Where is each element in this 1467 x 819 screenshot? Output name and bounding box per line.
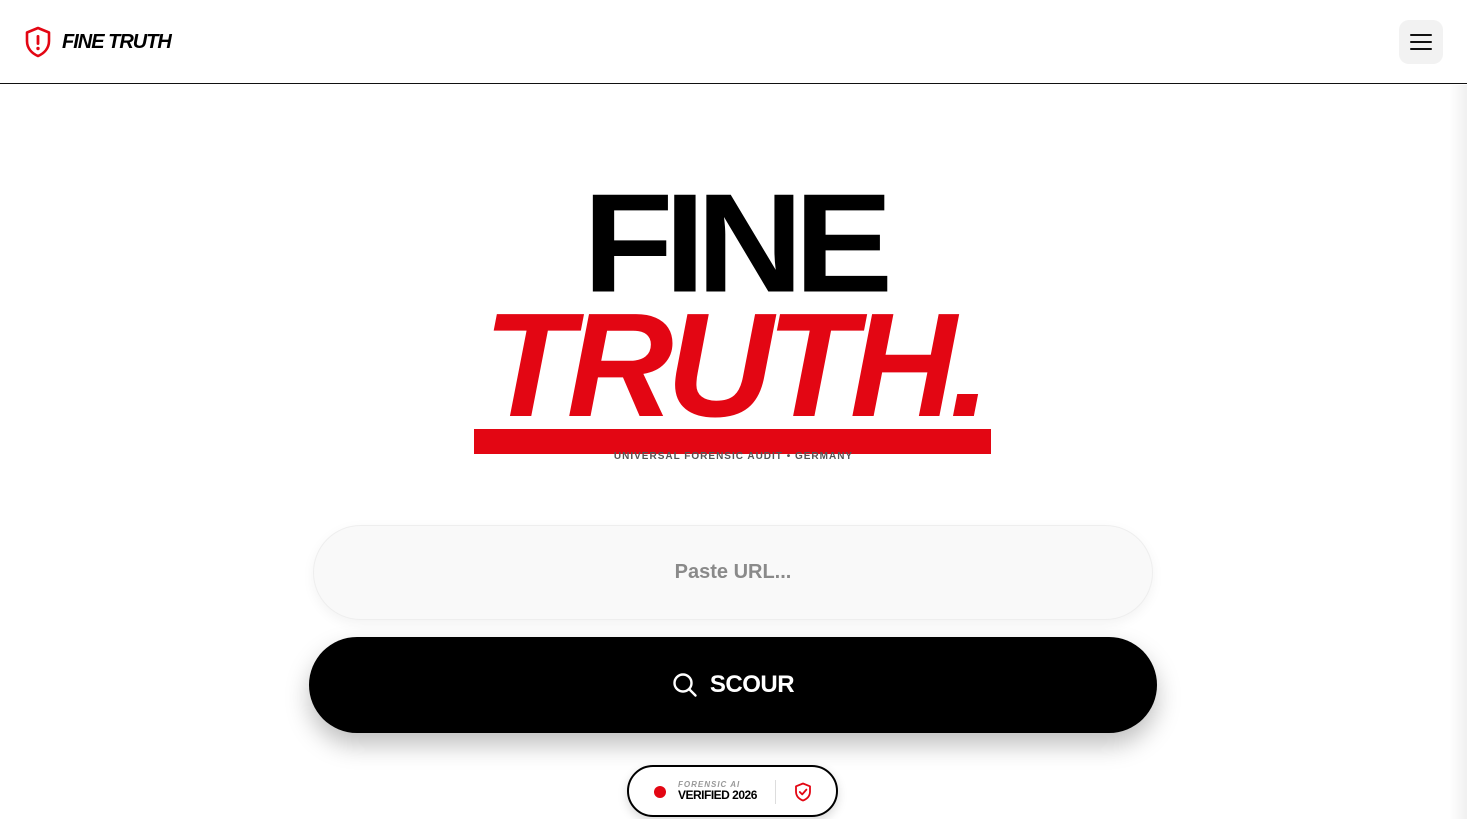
scour-button[interactable]: SCOUR xyxy=(309,637,1157,733)
menu-button[interactable] xyxy=(1399,20,1443,64)
brand-logo-link[interactable]: FINE TRUTH xyxy=(24,26,172,58)
status-dot-icon xyxy=(654,786,666,798)
badge-main-label: VERIFIED 2026 xyxy=(678,788,757,802)
verification-badge[interactable]: FORENSIC AI VERIFIED 2026 xyxy=(627,765,838,817)
hamburger-menu-icon xyxy=(1410,34,1432,50)
shield-check-icon xyxy=(795,782,811,802)
brand-name: FINE TRUTH xyxy=(62,30,172,53)
shield-alert-icon xyxy=(25,26,51,58)
url-input[interactable] xyxy=(313,525,1153,620)
search-icon xyxy=(673,673,697,697)
hero-tagline: UNIVERSAL FORENSIC AUDIT • GERMANY xyxy=(613,451,854,462)
scour-button-label: SCOUR xyxy=(709,671,795,698)
top-navbar: FINE TRUTH xyxy=(0,0,1467,84)
hero-title-truth: TRUTH. xyxy=(483,283,991,448)
badge-divider xyxy=(775,780,776,804)
